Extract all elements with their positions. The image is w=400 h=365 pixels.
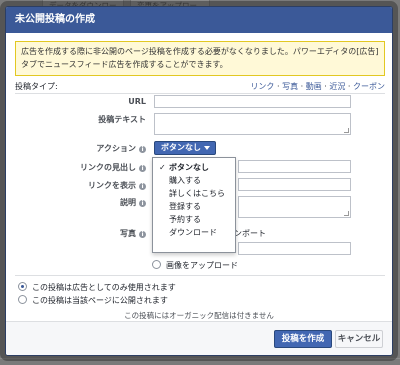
divider <box>15 93 385 94</box>
divider <box>15 275 385 276</box>
post-text-label: 投稿テキスト <box>98 115 146 124</box>
dropdown-item-learn-more[interactable]: 詳しくはこちら <box>153 187 235 200</box>
publish-to-page-radio[interactable] <box>18 295 27 304</box>
action-dropdown-menu: ✓ ボタンなし 購入する 詳しくはこちら 登録する 予約する ダウンロード <box>152 157 236 253</box>
photo-field-label: 写真 i <box>34 228 146 239</box>
ad-only-label: この投稿は広告としてのみ使用されます <box>32 283 176 292</box>
organic-note: この投稿にはオーガニック配信は付きません <box>124 311 274 320</box>
photo-label: 写真 <box>120 229 136 238</box>
post-text-input[interactable] <box>154 113 351 135</box>
action-field-label: アクション i <box>34 143 146 154</box>
post-type-status[interactable]: 近況 <box>329 82 345 91</box>
link-headline-input[interactable] <box>238 160 351 173</box>
create-unpublished-post-dialog: 未公開投稿の作成 広告を作成する際に非公開のページ投稿を作成する必要がなくなりま… <box>5 6 393 356</box>
description-input[interactable] <box>238 196 351 218</box>
dropdown-item-sign-up[interactable]: 登録する <box>153 200 235 213</box>
post-type-separator: · <box>276 82 280 91</box>
action-button-label: ボタンなし <box>161 143 201 152</box>
action-label: アクション <box>96 144 136 153</box>
post-type-separator: · <box>347 82 351 91</box>
post-type-label: 投稿タイプ: <box>15 82 58 91</box>
info-icon[interactable]: i <box>139 200 146 207</box>
post-type-links: リンク · 写真 · 動画 · 近況 · クーポン <box>250 81 385 92</box>
url-input[interactable] <box>154 95 351 108</box>
notice-banner: 広告を作成する際に非公開のページ投稿を作成する必要がなくなりました。パワーエディ… <box>15 41 385 76</box>
dialog-title: 未公開投稿の作成 <box>6 7 392 33</box>
info-icon[interactable]: i <box>139 183 146 190</box>
info-icon[interactable]: i <box>139 146 146 153</box>
dropdown-item-no-button[interactable]: ✓ ボタンなし <box>153 161 235 174</box>
link-display-input[interactable] <box>238 178 351 191</box>
description-field-label: 説明 i <box>34 197 146 208</box>
url-label: URL <box>128 97 146 106</box>
create-post-button[interactable]: 投稿を作成 <box>274 330 332 348</box>
action-button-select[interactable]: ボタンなし <box>154 141 216 155</box>
info-icon[interactable]: i <box>139 231 146 238</box>
dialog-footer: 投稿を作成 キャンセル <box>6 321 392 355</box>
link-display-label: リンクを表示 <box>88 181 136 190</box>
dropdown-item-book[interactable]: 予約する <box>153 213 235 226</box>
dropdown-item-label: ボタンなし <box>169 163 209 172</box>
post-type-coupon[interactable]: クーポン <box>353 82 385 91</box>
resize-grip[interactable] <box>344 211 349 216</box>
publish-to-page-label: この投稿は当該ページに公開されます <box>32 296 168 305</box>
upload-image-label: 画像をアップロード <box>166 261 238 270</box>
post-type-separator: · <box>300 82 304 91</box>
background-divider <box>0 358 400 359</box>
post-type-separator: · <box>324 82 327 91</box>
dropdown-item-download[interactable]: ダウンロード <box>153 226 235 239</box>
info-icon[interactable]: i <box>139 165 146 172</box>
link-headline-field-label: リンクの見出し i <box>34 162 146 173</box>
post-type-link[interactable]: リンク <box>250 82 274 91</box>
post-type-video[interactable]: 動画 <box>306 82 322 91</box>
import-option-label: ンポート <box>234 229 266 238</box>
link-headline-label: リンクの見出し <box>80 163 136 172</box>
resize-grip[interactable] <box>344 128 349 133</box>
post-type-photo[interactable]: 写真 <box>282 82 298 91</box>
dropdown-item-buy[interactable]: 購入する <box>153 174 235 187</box>
post-type-row: 投稿タイプ: リンク · 写真 · 動画 · 近況 · クーポン <box>15 80 385 94</box>
chevron-down-icon <box>204 146 210 150</box>
ad-only-radio[interactable] <box>18 282 27 291</box>
photo-url-input[interactable] <box>238 242 351 255</box>
upload-image-radio[interactable] <box>152 260 161 269</box>
link-display-field-label: リンクを表示 i <box>34 180 146 191</box>
checkmark-icon: ✓ <box>159 163 166 172</box>
cancel-button[interactable]: キャンセル <box>335 330 383 348</box>
description-label: 説明 <box>120 198 136 207</box>
